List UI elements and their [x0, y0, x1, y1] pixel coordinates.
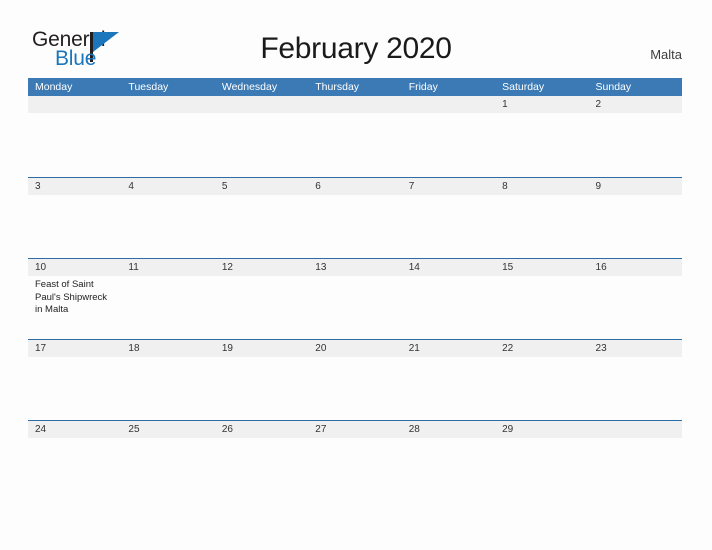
day-event-text: [121, 276, 214, 339]
weekday-header-tuesday: Tuesday: [128, 81, 169, 93]
day-event-text: [495, 276, 588, 339]
day-number[interactable]: 14: [402, 259, 495, 276]
day-event-text: [28, 195, 121, 258]
day-event-text: [589, 195, 682, 258]
day-event-text: [121, 195, 214, 258]
weekday-header-friday: Friday: [408, 81, 438, 93]
day-event-text: [589, 357, 682, 420]
day-number[interactable]: 3: [28, 178, 121, 195]
day-number[interactable]: 4: [121, 178, 214, 195]
day-event-text: [402, 195, 495, 258]
day-event-text: [495, 438, 588, 501]
day-number[interactable]: 13: [308, 259, 401, 276]
calendar-week-row: 24 25 26 27 28 29: [28, 420, 682, 501]
day-number: [215, 96, 308, 113]
day-number[interactable]: 2: [589, 96, 682, 113]
day-number[interactable]: 8: [495, 178, 588, 195]
day-number[interactable]: 17: [28, 340, 121, 357]
day-event-text: [402, 113, 495, 176]
day-event-text: [308, 357, 401, 420]
day-event-text: [308, 438, 401, 501]
day-event-text: [589, 276, 682, 339]
day-event-text: [495, 113, 588, 176]
week-date-band: 3456789: [28, 178, 682, 195]
weekday-header-thursday: Thursday: [315, 81, 360, 93]
day-event-text: [28, 113, 121, 176]
day-number[interactable]: 21: [402, 340, 495, 357]
day-number[interactable]: 28: [402, 421, 495, 438]
weekday-header-wednesday: Wednesday: [221, 81, 278, 93]
day-number[interactable]: 7: [402, 178, 495, 195]
week-event-band: Feast of Saint Paul's Shipwreck in Malta: [28, 276, 682, 339]
day-event-text: [121, 357, 214, 420]
week-date-band: 12: [28, 96, 682, 113]
day-event-text[interactable]: Feast of Saint Paul's Shipwreck in Malta: [28, 276, 121, 339]
week-date-band: 10 11 12 13 14 15 16: [28, 259, 682, 276]
day-number[interactable]: 11: [121, 259, 214, 276]
day-event-text: [589, 113, 682, 176]
day-number[interactable]: 20: [308, 340, 401, 357]
calendar-grid: Monday Tuesday Wednesday Thursday Friday Satu…: [28, 78, 682, 501]
week-event-band: [28, 113, 682, 176]
day-number[interactable]: 5: [215, 178, 308, 195]
day-event-text: [402, 276, 495, 339]
calendar-page: General Blue February 2020 Malta Monday T…: [0, 0, 712, 550]
day-number[interactable]: 29: [495, 421, 588, 438]
day-number[interactable]: 27: [308, 421, 401, 438]
calendar-week-row: 10 11 12 13 14 15 16 Feast of Saint Paul's Ship…: [28, 258, 682, 339]
weekday-header-sunday: Sunday: [595, 81, 632, 93]
day-number[interactable]: 19: [215, 340, 308, 357]
page-title: February 2020: [260, 32, 452, 65]
weekday-header-monday: Monday: [35, 81, 73, 93]
weekday-header-row: Monday Tuesday Wednesday Thursday Friday Satu…: [28, 78, 682, 96]
country-label: Malta: [650, 47, 682, 62]
day-number: [589, 421, 682, 438]
day-number[interactable]: 1: [495, 96, 588, 113]
day-number[interactable]: 24: [28, 421, 121, 438]
day-number[interactable]: 12: [215, 259, 308, 276]
day-number: [28, 96, 121, 113]
week-date-band: 24 25 26 27 28 29: [28, 421, 682, 438]
day-number[interactable]: 16: [589, 259, 682, 276]
day-event-text: [402, 357, 495, 420]
day-number: [402, 96, 495, 113]
day-number[interactable]: 6: [308, 178, 401, 195]
calendar-week-row: 3456789: [28, 177, 682, 258]
day-event-text: [215, 276, 308, 339]
day-number: [308, 96, 401, 113]
day-event-text: [121, 438, 214, 501]
day-number[interactable]: 9: [589, 178, 682, 195]
day-event-text: [402, 438, 495, 501]
calendar-week-row: 12: [28, 96, 682, 177]
day-number[interactable]: 15: [495, 259, 588, 276]
day-event-text: [28, 357, 121, 420]
day-number[interactable]: 26: [215, 421, 308, 438]
day-event-text: [215, 195, 308, 258]
day-event-text: [308, 195, 401, 258]
day-number: [121, 96, 214, 113]
day-event-text: [215, 438, 308, 501]
day-number[interactable]: 23: [589, 340, 682, 357]
day-event-text: [121, 113, 214, 176]
day-number[interactable]: 10: [28, 259, 121, 276]
day-number[interactable]: 18: [121, 340, 214, 357]
day-number[interactable]: 22: [495, 340, 588, 357]
week-date-band: 17 18 19 20 21 22 23: [28, 340, 682, 357]
day-event-text: [28, 438, 121, 501]
day-event-text: [308, 113, 401, 176]
page-header: General Blue February 2020 Malta: [0, 0, 712, 78]
day-event-text: [589, 438, 682, 501]
week-event-band: [28, 357, 682, 420]
day-event-text: [308, 276, 401, 339]
calendar-week-row: 17 18 19 20 21 22 23: [28, 339, 682, 420]
day-event-text: [215, 357, 308, 420]
day-event-text: [495, 357, 588, 420]
calendar-weeks: 1 2 3 4 5 6 7 8 9 10 11 12 13 14 15 16 Feast of Saint Pa…: [28, 96, 682, 501]
day-number[interactable]: 25: [121, 421, 214, 438]
day-event-text: [215, 113, 308, 176]
day-event-text: [495, 195, 588, 258]
week-event-band: [28, 438, 682, 501]
week-event-band: [28, 195, 682, 258]
weekday-header-saturday: Saturday: [502, 81, 545, 93]
